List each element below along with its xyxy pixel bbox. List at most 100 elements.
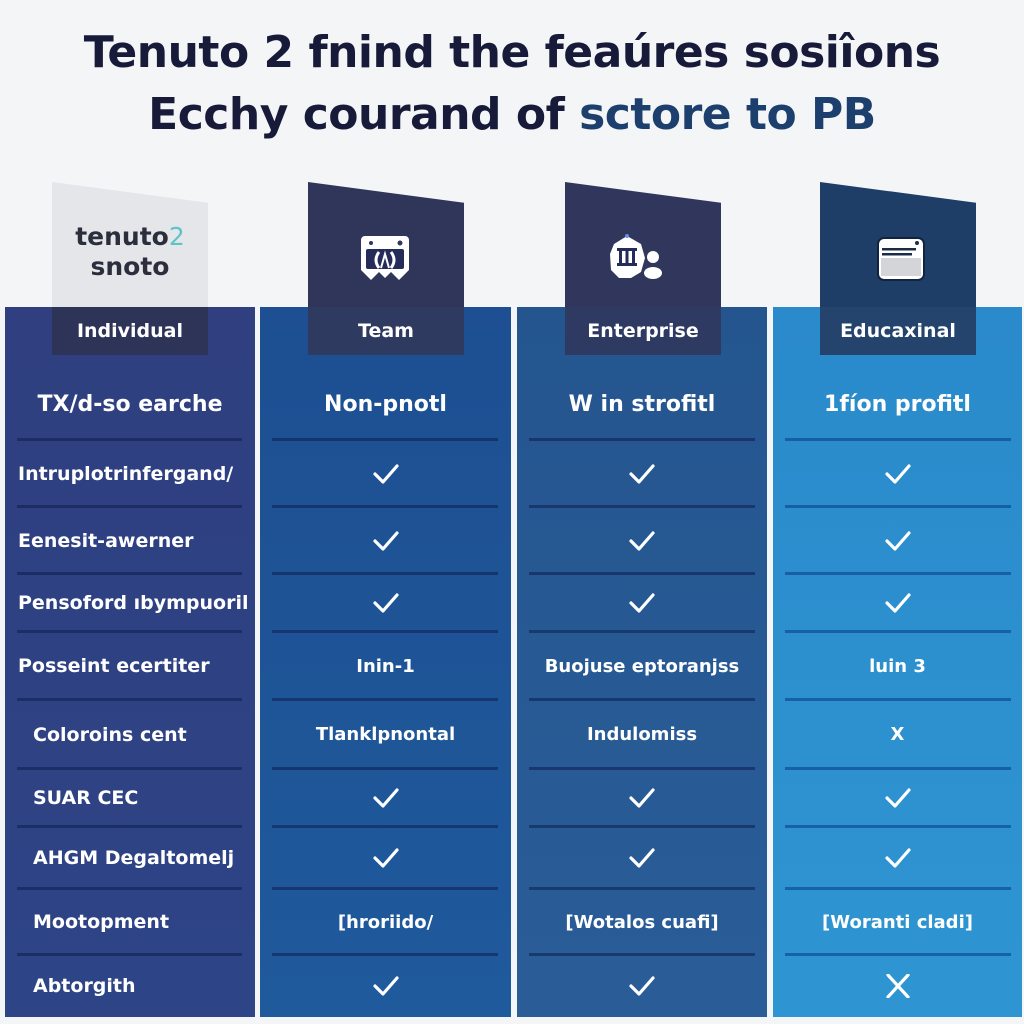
institution-users-icon xyxy=(610,234,662,279)
feature-value-team xyxy=(260,442,511,505)
plan-name-education: Educaxinal xyxy=(840,320,956,342)
row-divider xyxy=(17,767,242,770)
feature-value-education xyxy=(773,771,1022,825)
row-divider xyxy=(272,698,498,701)
row-divider xyxy=(785,698,1011,701)
cross-icon xyxy=(885,974,910,998)
row-divider xyxy=(785,887,1011,890)
row-divider xyxy=(529,825,755,828)
row-divider xyxy=(272,630,498,633)
check-icon xyxy=(372,976,399,996)
page-title-line-2-accent: sctore to PB xyxy=(579,89,876,140)
row-divider xyxy=(785,630,1011,633)
row-divider xyxy=(17,505,242,508)
check-icon xyxy=(629,848,655,868)
row-divider xyxy=(272,572,498,575)
feature-value-enterprise xyxy=(517,509,767,572)
feature-value-enterprise xyxy=(517,829,767,887)
check-icon xyxy=(629,976,655,996)
check-icon xyxy=(629,593,655,613)
row-divider xyxy=(529,698,755,701)
feature-value-team xyxy=(260,509,511,572)
check-icon xyxy=(629,788,655,808)
browser-window-icon xyxy=(877,237,925,281)
feature-value-education: X xyxy=(890,724,905,745)
brand-logo-subword: snoto xyxy=(90,252,170,281)
row-divider xyxy=(785,953,1011,956)
page-title: Tenuto 2 fnind the feaúres sosiîons Ecch… xyxy=(0,22,1024,146)
row-divider xyxy=(272,767,498,770)
feature-value-team xyxy=(260,576,511,630)
team-badge-icon xyxy=(361,236,409,280)
row-divider xyxy=(529,887,755,890)
feature-value-enterprise xyxy=(517,771,767,825)
page-title-line-2-main: Ecchy courand of xyxy=(148,89,580,140)
row-divider xyxy=(785,767,1011,770)
feature-value-education xyxy=(773,442,1022,505)
brand-logo-word: tenuto xyxy=(75,222,169,251)
feature-row: Mootopment [hroriido/ [Wotalos cuafi] [Wora… xyxy=(0,891,1024,953)
row-divider xyxy=(17,630,242,633)
row-divider xyxy=(17,953,242,956)
row-divider xyxy=(272,887,498,890)
check-icon xyxy=(372,530,399,551)
feature-value-enterprise xyxy=(517,957,767,1015)
feature-value-team: Non-pnotl xyxy=(324,391,447,417)
check-icon xyxy=(372,788,399,808)
feature-name: SUAR CEC xyxy=(33,787,139,809)
brand-logo-number: 2 xyxy=(168,222,185,251)
row-divider xyxy=(785,438,1011,441)
page-title-line-1: Tenuto 2 fnind the feaúres sosiîons xyxy=(83,27,941,78)
feature-value-education xyxy=(773,576,1022,630)
row-divider xyxy=(17,887,242,890)
feature-name: Intruplotrinfergand/ xyxy=(18,462,234,485)
row-divider xyxy=(529,953,755,956)
feature-value-education xyxy=(773,509,1022,572)
feature-value-education xyxy=(773,957,1022,1015)
feature-row: SUAR CEC xyxy=(0,771,1024,825)
plan-name-individual: Individual xyxy=(76,320,184,342)
feature-value-education: 1fíon profitl xyxy=(824,391,971,417)
row-divider xyxy=(272,953,498,956)
check-icon xyxy=(629,530,655,551)
feature-value-enterprise: Buojuse eptoranjss xyxy=(544,655,740,677)
feature-name: Coloroins cent xyxy=(33,723,187,746)
check-icon xyxy=(884,530,911,551)
pricing-comparison-page: Tenuto 2 fnind the feaúres sosiîons Ecch… xyxy=(0,0,1024,1024)
plan-name-team: Team xyxy=(358,320,414,342)
plan-name-enterprise: Enterprise xyxy=(587,320,699,342)
feature-value-team: Inin-1 xyxy=(356,655,415,677)
feature-value-enterprise xyxy=(517,576,767,630)
feature-value-team: [hroriido/ xyxy=(337,911,434,933)
feature-value-education: [Woranti cladi] xyxy=(822,911,973,933)
row-divider xyxy=(785,505,1011,508)
feature-row: Intruplotrinfergand/ xyxy=(0,442,1024,505)
feature-name: Abtorgith xyxy=(33,975,136,997)
check-icon xyxy=(372,593,399,613)
feature-value-enterprise xyxy=(517,442,767,505)
check-icon xyxy=(372,848,399,868)
check-icon xyxy=(372,463,399,484)
row-divider xyxy=(785,825,1011,828)
row-divider xyxy=(785,572,1011,575)
row-divider xyxy=(272,438,498,441)
row-divider xyxy=(529,438,755,441)
brand-logo: tenuto2 snoto xyxy=(52,222,208,282)
feature-row: AHGM Degaltomelj xyxy=(0,829,1024,887)
check-icon xyxy=(884,788,911,808)
row-divider xyxy=(17,438,242,441)
row-divider xyxy=(529,572,755,575)
feature-value-enterprise: [Wotalos cuafi] xyxy=(565,911,719,933)
page-title-line-2: Ecchy courand of sctore to PB xyxy=(0,84,1024,146)
row-divider xyxy=(529,505,755,508)
feature-value-team: Tlanklpnontal xyxy=(315,724,456,745)
row-divider xyxy=(17,698,242,701)
feature-name: AHGM Degaltomelj xyxy=(33,847,235,869)
feature-name: Eenesit-awerner xyxy=(18,529,194,552)
row-divider xyxy=(17,825,242,828)
feature-value-team xyxy=(260,829,511,887)
feature-value-education: luin 3 xyxy=(869,655,926,677)
feature-row: Coloroins cent Tlanklpnontal Indulomiss X xyxy=(0,702,1024,767)
check-icon xyxy=(629,463,655,484)
check-icon xyxy=(884,463,911,484)
